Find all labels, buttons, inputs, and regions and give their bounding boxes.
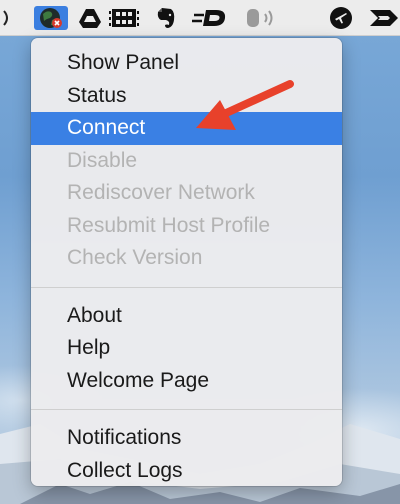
globe-network-icon[interactable]: [34, 6, 68, 30]
menu-item-check-version: Check Version: [67, 246, 203, 269]
partial-icon[interactable]: [0, 6, 14, 30]
menu-item-collect-logs[interactable]: Collect Logs: [31, 455, 342, 488]
film-grid-icon[interactable]: [108, 6, 140, 30]
menu-item-show-panel[interactable]: Show Panel: [31, 47, 342, 80]
arrow-chevron-icon[interactable]: [368, 6, 400, 30]
google-drive-icon[interactable]: [77, 6, 103, 30]
volume-icon[interactable]: [245, 6, 279, 30]
evernote-elephant-icon[interactable]: [151, 6, 179, 30]
menu-bar: [0, 0, 400, 36]
menu-separator: [31, 286, 342, 288]
menu-item-welcome-page[interactable]: Welcome Page: [31, 365, 342, 398]
menu-separator: [31, 409, 342, 410]
airplane-circle-icon[interactable]: [328, 6, 354, 30]
menu-item-notifications[interactable]: Notifications: [31, 422, 342, 455]
dropzone-d-icon[interactable]: [190, 6, 230, 30]
menu-item-help[interactable]: Help: [31, 332, 342, 365]
menu-item-about[interactable]: About: [31, 300, 342, 333]
menu-item-rediscover-network: Rediscover Network: [67, 181, 255, 204]
menu-item-disable: Disable: [67, 148, 138, 172]
menu-item-resubmit-host-profile: Resubmit Host Profile: [67, 213, 271, 237]
annotation-arrow: [196, 80, 294, 130]
